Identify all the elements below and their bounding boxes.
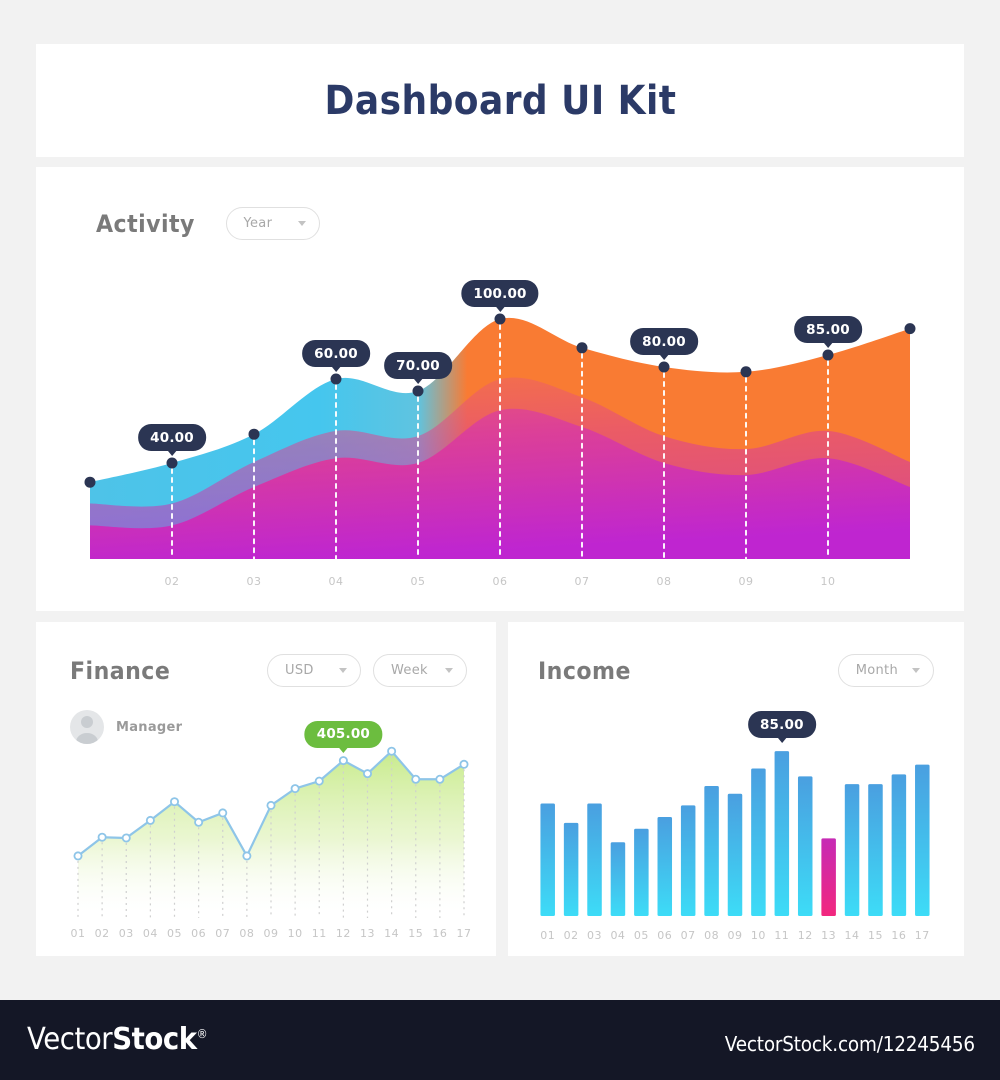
axis-tick-label: 15 bbox=[867, 929, 883, 942]
vectorstock-logo: VectorStock® bbox=[27, 1022, 208, 1057]
axis-tick-label: 08 bbox=[704, 929, 720, 942]
axis-tick-label: 07 bbox=[215, 927, 231, 940]
income-chart-svg bbox=[540, 751, 930, 916]
value-tooltip: 80.00 bbox=[630, 328, 698, 355]
axis-tick-label: 10 bbox=[287, 927, 303, 940]
axis-tick-label: 10 bbox=[750, 929, 766, 942]
activity-chart-svg bbox=[84, 313, 916, 560]
axis-tick-label: 05 bbox=[633, 929, 649, 942]
value-tooltip: 85.00 bbox=[794, 316, 862, 343]
title-card: Dashboard UI Kit bbox=[36, 44, 964, 157]
axis-tick-label: 05 bbox=[410, 575, 426, 588]
vectorstock-url: VectorStock.com/12245456 bbox=[724, 1032, 975, 1056]
finance-chart: 405.00 01 02 03 04 05 06 07 08 09 10 11 12 13 14 15 16 17 bbox=[36, 622, 496, 956]
value-tooltip: 70.00 bbox=[384, 352, 452, 379]
axis-tick-label: 12 bbox=[797, 929, 813, 942]
axis-tick-label: 02 bbox=[94, 927, 110, 940]
value-tooltip: 100.00 bbox=[461, 280, 539, 307]
axis-tick-label: 07 bbox=[574, 575, 590, 588]
axis-tick-label: 15 bbox=[408, 927, 424, 940]
finance-chart-svg bbox=[73, 746, 469, 918]
axis-tick-label: 13 bbox=[821, 929, 837, 942]
activity-card: Activity Year 40.00 60.00 70.00 100.00 8… bbox=[36, 167, 964, 611]
axis-tick-label: 04 bbox=[610, 929, 626, 942]
axis-tick-label: 08 bbox=[239, 927, 255, 940]
axis-tick-label: 16 bbox=[891, 929, 907, 942]
axis-tick-label: 11 bbox=[311, 927, 327, 940]
registered-icon: ® bbox=[196, 1027, 208, 1041]
axis-tick-label: 01 bbox=[70, 927, 86, 940]
axis-tick-label: 03 bbox=[587, 929, 603, 942]
axis-tick-label: 09 bbox=[263, 927, 279, 940]
axis-tick-label: 11 bbox=[774, 929, 790, 942]
axis-tick-label: 08 bbox=[656, 575, 672, 588]
axis-tick-label: 17 bbox=[914, 929, 930, 942]
axis-tick-label: 07 bbox=[680, 929, 696, 942]
axis-tick-label: 09 bbox=[727, 929, 743, 942]
brand-light: Vector bbox=[27, 1022, 113, 1057]
axis-tick-label: 09 bbox=[738, 575, 754, 588]
axis-tick-label: 16 bbox=[432, 927, 448, 940]
value-tooltip: 405.00 bbox=[304, 720, 383, 748]
income-chart: 85.00 01 02 03 04 05 06 07 08 09 10 11 12 13 14 15 16 17 bbox=[508, 622, 964, 956]
axis-tick-label: 13 bbox=[360, 927, 375, 940]
axis-tick-label: 06 bbox=[657, 929, 673, 942]
axis-tick-label: 03 bbox=[246, 575, 262, 588]
axis-tick-label: 02 bbox=[164, 575, 180, 588]
brand-bold: Stock bbox=[112, 1022, 197, 1057]
axis-tick-label: 06 bbox=[191, 927, 207, 940]
axis-tick-label: 12 bbox=[335, 927, 351, 940]
value-tooltip: 40.00 bbox=[138, 424, 206, 451]
axis-tick-label: 14 bbox=[384, 927, 400, 940]
dashboard-page: Dashboard UI Kit Activity Year 40.00 60.… bbox=[0, 0, 1000, 1080]
axis-tick-label: 02 bbox=[563, 929, 579, 942]
value-tooltip: 60.00 bbox=[302, 340, 370, 367]
axis-tick-label: 04 bbox=[142, 927, 158, 940]
axis-tick-label: 05 bbox=[167, 927, 182, 940]
axis-tick-label: 04 bbox=[328, 575, 344, 588]
finance-card: Finance USD Week Manager 405.00 01 02 03… bbox=[36, 622, 496, 956]
page-title: Dashboard UI Kit bbox=[324, 77, 676, 124]
axis-tick-label: 01 bbox=[540, 929, 556, 942]
axis-tick-label: 10 bbox=[820, 575, 836, 588]
axis-tick-label: 14 bbox=[844, 929, 860, 942]
axis-tick-label: 06 bbox=[492, 575, 508, 588]
axis-tick-label: 17 bbox=[456, 927, 472, 940]
axis-tick-label: 03 bbox=[118, 927, 134, 940]
footer: VectorStock® VectorStock.com/12245456 bbox=[0, 1000, 1000, 1080]
value-tooltip: 85.00 bbox=[747, 711, 816, 739]
activity-chart: 40.00 60.00 70.00 100.00 80.00 85.00 02 03 04 05 0… bbox=[36, 167, 964, 611]
income-card: Income Month 85.00 01 02 03 04 05 06 07 … bbox=[508, 622, 964, 956]
